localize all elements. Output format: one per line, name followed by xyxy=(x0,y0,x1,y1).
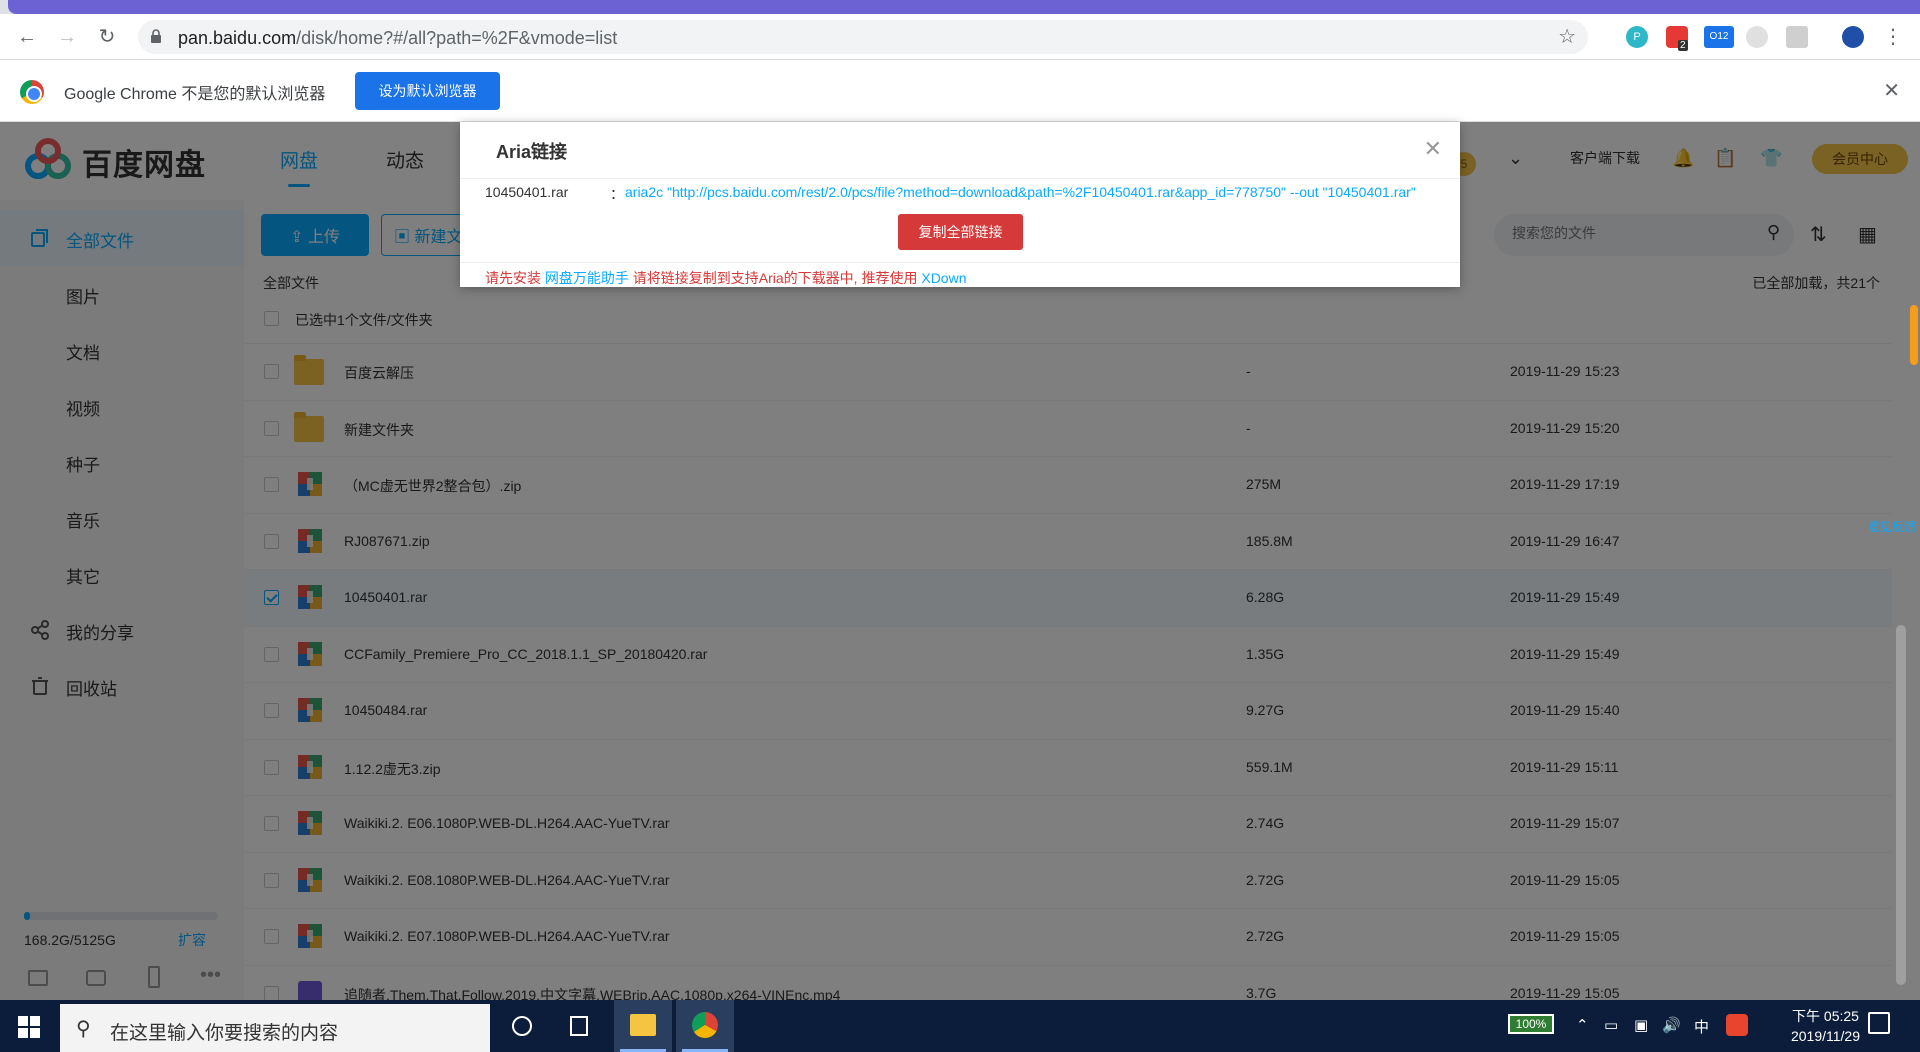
dialog-colon: ： xyxy=(610,186,624,202)
dialog-tip: 请先安装 网盘万能助手 请将链接复制到支持Aria的下载器中, 推荐使用 XDo… xyxy=(485,268,967,288)
taskbar-search-text: 在这里输入你要搜索的内容 xyxy=(110,1023,339,1044)
feedback-tab[interactable]: 意见反馈 xyxy=(1868,518,1916,535)
chrome-taskbar-icon[interactable] xyxy=(676,1000,734,1052)
volume-icon[interactable]: 🔊 xyxy=(1662,1016,1681,1034)
clock-date: 2019/11/29 xyxy=(1790,1028,1860,1044)
clock[interactable]: 下午 05:25 2019/11/29 xyxy=(1791,1006,1860,1046)
helper-link[interactable]: 网盘万能助手 xyxy=(545,270,629,286)
windows-start-icon[interactable] xyxy=(18,1016,40,1038)
task-view-icon[interactable] xyxy=(550,1000,608,1052)
extension-p-icon[interactable]: P xyxy=(1626,26,1648,48)
dialog-title: Aria链接 xyxy=(496,142,568,162)
browser-toolbar: ← → ↻ pan.baidu.com/disk/home?#/all?path… xyxy=(0,14,1920,60)
taskbar-search[interactable]: ⚲ 在这里输入你要搜索的内容 xyxy=(60,1004,490,1052)
bookmark-star-icon[interactable]: ☆ xyxy=(1558,24,1576,49)
dialog-divider xyxy=(460,178,1460,179)
page-scroll-thumb[interactable] xyxy=(1910,305,1918,365)
lock-icon xyxy=(151,29,161,43)
dialog-divider xyxy=(460,262,1460,263)
forward-icon[interactable]: → xyxy=(54,24,80,50)
list-scroll-thumb[interactable] xyxy=(1896,625,1906,985)
extension-badge: 2 xyxy=(1678,40,1688,51)
set-default-button[interactable]: 设为默认浏览器 xyxy=(355,72,500,110)
reload-icon[interactable]: ↻ xyxy=(94,24,120,50)
tip-text: 请将链接复制到支持Aria的下载器中, 推荐使用 xyxy=(632,270,918,286)
network-icon[interactable]: ▭ xyxy=(1604,1016,1618,1034)
chrome-logo-icon xyxy=(20,80,44,104)
infobar-message: Google Chrome 不是您的默认浏览器 xyxy=(64,86,326,103)
default-browser-infobar: Google Chrome 不是您的默认浏览器 设为默认浏览器 ✕ xyxy=(0,60,1920,122)
infobar-close-icon[interactable]: ✕ xyxy=(1883,78,1900,103)
extension-o12-icon[interactable]: O12 xyxy=(1704,26,1734,48)
chevron-up-icon[interactable]: ⌃ xyxy=(1576,1016,1589,1034)
cortana-icon[interactable] xyxy=(492,1000,550,1052)
dialog-close-icon[interactable]: ✕ xyxy=(1424,136,1442,162)
file-explorer-icon[interactable] xyxy=(614,1000,672,1052)
notification-icon[interactable] xyxy=(1868,1012,1890,1034)
tab-strip xyxy=(0,0,1920,14)
extension-cloud-icon[interactable] xyxy=(1746,26,1768,48)
search-icon: ⚲ xyxy=(76,1018,91,1040)
menu-icon[interactable]: ⋮ xyxy=(1880,24,1906,50)
address-bar[interactable]: pan.baidu.com/disk/home?#/all?path=%2F&v… xyxy=(138,20,1588,54)
sogou-icon[interactable] xyxy=(1726,1014,1748,1036)
extension-folder-icon[interactable] xyxy=(1786,26,1808,48)
clock-time: 下午 05:25 xyxy=(1792,1008,1859,1024)
aria-link[interactable]: aria2c "http://pcs.baidu.com/rest/2.0/pc… xyxy=(625,184,1440,200)
battery-indicator[interactable]: 100% xyxy=(1508,1014,1554,1034)
tip-text: 请先安装 xyxy=(485,270,541,286)
ime-indicator[interactable]: 中 xyxy=(1694,1016,1709,1037)
xdown-link[interactable]: XDown xyxy=(921,270,966,286)
aria-link-dialog: Aria链接 ✕ 10450401.rar ： aria2c "http://p… xyxy=(460,122,1460,287)
back-icon[interactable]: ← xyxy=(14,24,40,50)
tab-strip-accent xyxy=(8,0,1920,14)
dialog-file-name: 10450401.rar xyxy=(485,184,569,200)
url-text: pan.baidu.com/disk/home?#/all?path=%2F&v… xyxy=(178,28,618,48)
windows-taskbar: ⚲ 在这里输入你要搜索的内容 100% ⌃ ▭ ▣ 🔊 中 下午 05:25 20… xyxy=(0,1000,1920,1052)
display-icon[interactable]: ▣ xyxy=(1634,1016,1648,1034)
profile-avatar[interactable] xyxy=(1842,26,1864,48)
copy-all-links-button[interactable]: 复制全部链接 xyxy=(898,214,1023,250)
